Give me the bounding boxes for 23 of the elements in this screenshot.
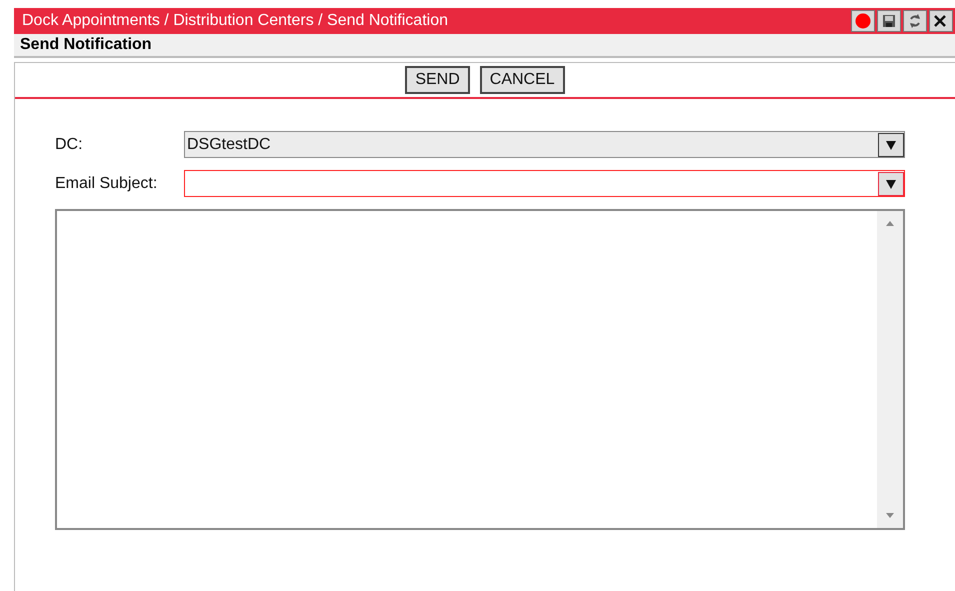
save-icon: [882, 14, 896, 28]
dropdown-button[interactable]: [878, 132, 904, 156]
toolbar-button[interactable]: CANCEL: [480, 66, 565, 94]
close-button[interactable]: [929, 10, 953, 32]
select-value: DSGtestDC: [187, 134, 271, 154]
record-icon: [855, 13, 871, 29]
scrollbar[interactable]: [877, 211, 903, 528]
select-field[interactable]: DSGtestDC: [184, 131, 905, 158]
save-button[interactable]: [877, 10, 901, 32]
refresh-button[interactable]: [903, 10, 927, 32]
section-title: Send Notification: [20, 35, 152, 55]
field-label: Email Subject:: [55, 174, 158, 194]
caret-icon: [886, 140, 896, 150]
window-title: Dock Appointments / Distribution Centers / Send Notification: [22, 11, 448, 31]
close-icon: [934, 15, 946, 27]
select-field[interactable]: [184, 170, 905, 197]
caret-icon: [886, 178, 896, 188]
refresh-icon: [908, 13, 922, 29]
toolbar-button[interactable]: SEND: [405, 66, 470, 94]
field-label: DC:: [55, 134, 84, 154]
dropdown-button[interactable]: [878, 172, 904, 196]
scroll-down-icon: [886, 513, 894, 518]
scroll-up-icon: [886, 221, 894, 226]
